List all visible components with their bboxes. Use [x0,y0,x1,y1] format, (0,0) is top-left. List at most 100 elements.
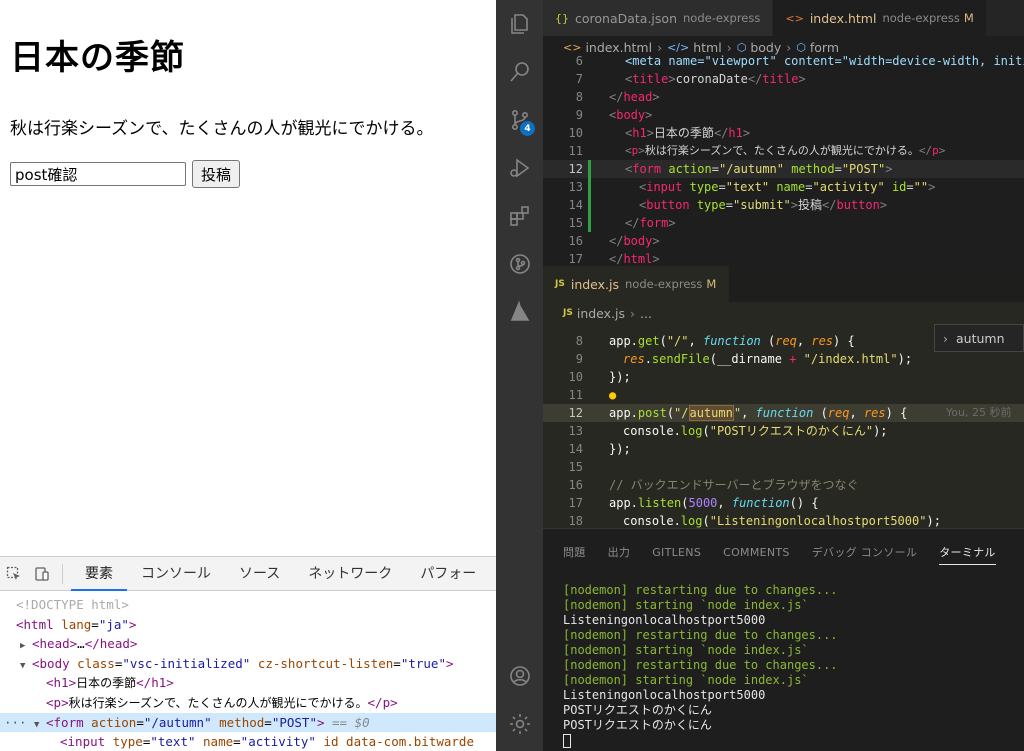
breadcrumb: JS index.js › ... [543,302,1024,324]
source-control-icon[interactable] [496,100,543,140]
tab-comments[interactable]: COMMENTS [723,540,790,563]
tab-elements[interactable]: 要素 [71,557,127,591]
code-line-current: 12 <form action="/autumn" method="POST"> [543,160,1024,178]
scm-count-badge: 4 [520,121,535,136]
dom-form-selected[interactable]: ··· ▼ <form action="/autumn" method="POST… [0,712,496,733]
method-val: "POST" [271,714,317,730]
terminal-output[interactable]: [nodemon] restarting due to changes... [n… [543,573,1024,748]
azure-icon[interactable] [496,292,543,332]
code-line: 11 <p>秋は行楽シーズンで、たくさんの人が観光にでかける。</p> [543,142,1024,160]
git-modified-marker [588,160,591,178]
button-text: 投稿 [798,198,823,212]
tab-console[interactable]: コンソール [127,557,225,591]
p-close-tag: p [382,694,391,710]
code-line: 17 app.listen(5000, function() { [543,494,1024,512]
code-text: <p>秋は行楽シーズンで、たくさんの人が観光にでかける。</p> [625,144,946,157]
tab-label: coronaData.json [575,10,677,26]
tab-sources[interactable]: ソース [225,557,294,591]
extensions-icon[interactable] [496,196,543,236]
dom-p[interactable]: <p>秋は行楽シーズンで、たくさんの人が観光にでかける。</p> [0,693,496,713]
h1-text: 日本の季節 [653,126,714,140]
class-attr: class [77,655,115,671]
line-number: 16 [568,478,583,492]
tab-gitlens[interactable]: GITLENS [652,540,701,563]
dom-body[interactable]: ▼ <body class="vsc-initialized" cz-shortc… [0,654,496,674]
bottom-panel: 問題 出力 GITLENS COMMENTS デバッグ コンソール ターミナル … [543,528,1024,751]
line-number: 7 [575,72,583,86]
device-toolbar-icon[interactable] [28,557,56,591]
code-area[interactable]: 6 <meta name="viewport" content="width=d… [543,52,1024,268]
dom-html[interactable]: <html lang="ja"> [0,615,496,635]
code-line: 9 res.sendFile(__dirname + "/index.html"… [543,350,1024,368]
code-line: 13 <input type="text" name="activity" id… [543,178,1024,196]
code-line: 15 </form> [543,214,1024,232]
tab-network[interactable]: ネットワーク [294,557,406,591]
form-tag: form [53,714,84,730]
activity-input[interactable] [10,162,186,186]
breadcrumb-item[interactable]: index.js [577,306,625,321]
tab-problems[interactable]: 問題 [563,538,586,564]
lang-attr: lang [61,616,92,632]
name-val: "activity" [240,734,316,750]
code-text: console.log("POSTリクエストのかくにん"); [623,424,888,438]
line-number: 12 [568,162,583,176]
html-file-icon: <> [785,11,804,25]
run-debug-icon[interactable] [496,148,543,188]
code-line: 10 }); [543,368,1024,386]
search-icon[interactable] [496,52,543,92]
dom-head[interactable]: ▶ <head>…</head> [0,634,496,654]
line-number: 12 [568,406,583,420]
code-text: <button type="submit">投稿</button> [639,198,888,212]
js-file-icon: JS [563,308,573,318]
toolbar-divider [62,563,63,584]
settings-gear-icon[interactable] [496,704,543,744]
tab-output[interactable]: 出力 [608,538,631,564]
account-icon[interactable] [496,656,543,696]
dom-tree: <!DOCTYPE html> <html lang="ja"> ▶ <head>… [0,591,496,751]
dom-doctype[interactable]: <!DOCTYPE html> [0,595,496,615]
tab-index-js[interactable]: JS index.js node-express M [543,266,730,302]
code-line: 6 <meta name="viewport" content="width=d… [543,52,1024,70]
submit-button[interactable]: 投稿 [192,160,241,188]
tab-label: index.html [809,10,877,26]
title-text: coronaDate [675,72,748,86]
name-attr: name [203,734,234,750]
code-text: res.sendFile(__dirname + "/index.html"); [623,352,913,366]
code-text: <title>coronaDate</title> [625,72,806,86]
head-ellipsis: … [77,636,85,652]
lang-val: "ja" [98,616,129,632]
git-graph-icon[interactable] [496,244,543,284]
explorer-icon[interactable] [496,4,543,44]
line-number: 8 [575,90,583,104]
tab-description: node-express [882,11,960,25]
tab-index-html[interactable]: <> index.html node-express M [773,0,987,36]
dom-input[interactable]: <input type="text" name="activity" id da… [0,732,496,751]
line-number: 13 [568,424,583,438]
h1-text: 日本の季節 [76,676,137,691]
line-number: 15 [568,216,583,230]
terminal-line: POSTリクエストのかくにん [563,718,712,732]
terminal-line: Listeningonlocalhostport5000 [563,613,766,627]
class-val: "vsc-initialized" [122,655,251,671]
tab-description: node-express [625,277,703,291]
line-number: 8 [575,334,583,348]
name-val: "activity" [812,180,885,194]
lightbulb-icon[interactable]: ● [609,386,616,404]
inspect-element-icon[interactable] [0,557,28,591]
code-text: </form> [625,216,676,230]
route-string-highlight: autumn [688,405,734,421]
breadcrumb-item[interactable]: ... [640,306,652,321]
code-area[interactable]: 8 app.get("/", function (req, res) { 9 r… [543,332,1024,530]
tab-debug-console[interactable]: デバッグ コンソール [812,538,918,564]
devtools-panel: 要素 コンソール ソース ネットワーク パフォー <!DOCTYPE html>… [0,556,496,751]
more-dots-icon[interactable]: ··· [4,713,27,733]
action-val: "/autumn" [143,714,212,730]
dom-h1[interactable]: <h1>日本の季節</h1> [0,673,496,693]
tab-terminal[interactable]: ターミナル [939,538,996,565]
selected-marker: == $0 [332,714,370,730]
tab-coronadata-json[interactable]: {} coronaData.json node-express [543,0,774,36]
tab-performance[interactable]: パフォー [406,557,490,591]
line-number: 16 [568,234,583,248]
terminal-prompt[interactable] [563,733,1024,748]
modified-badge: M [706,277,717,291]
